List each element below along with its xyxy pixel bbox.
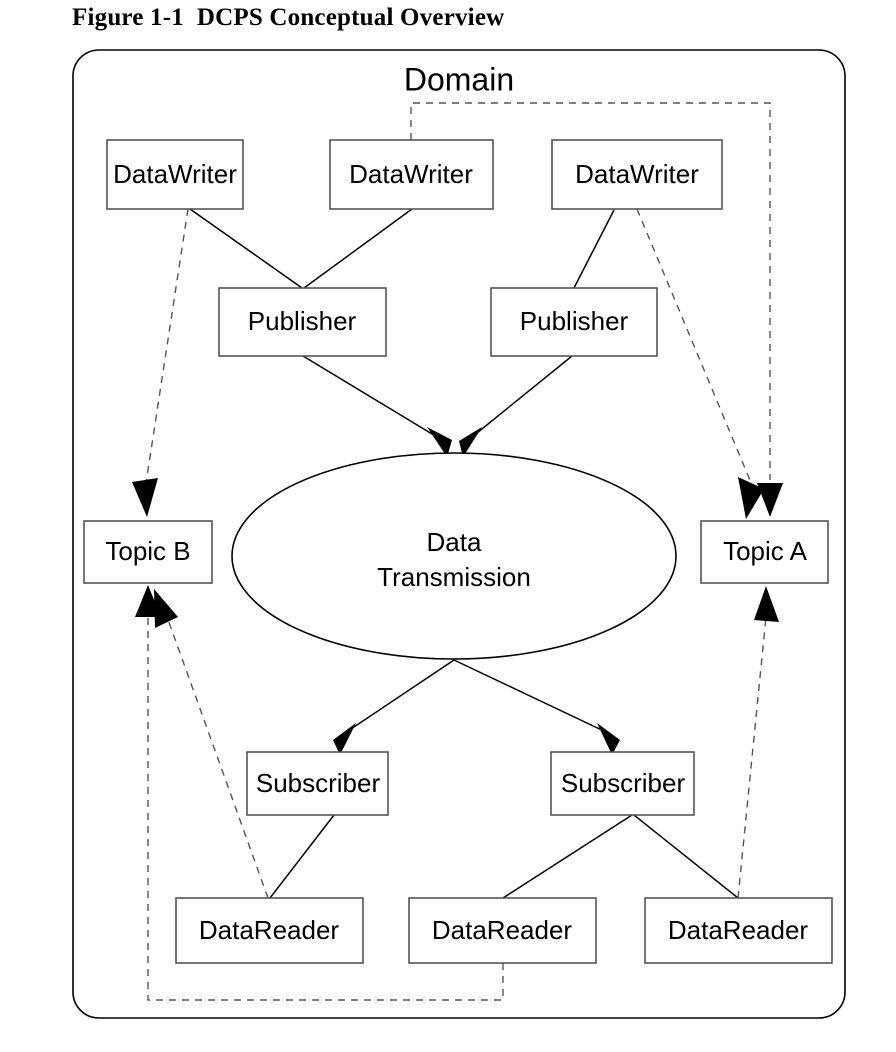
node-datareader-1[interactable]: DataReader <box>175 897 364 964</box>
node-datawriter-2-label: DataWriter <box>349 159 473 189</box>
arrowhead-subscriber1 <box>333 723 356 755</box>
node-topic-b-label: Topic B <box>105 536 190 566</box>
node-datareader-3-label: DataReader <box>668 915 809 945</box>
node-datawriter-3[interactable]: DataWriter <box>551 139 723 210</box>
node-publisher-1[interactable]: Publisher <box>218 287 387 357</box>
link-datawriter1-to-topic-b <box>145 208 189 484</box>
link-subscriber1-to-datareader1 <box>269 814 335 899</box>
domain-label: Domain <box>404 61 514 97</box>
node-publisher-2[interactable]: Publisher <box>490 287 658 357</box>
arrowhead-subscriber2 <box>597 723 620 755</box>
node-subscriber-1-label: Subscriber <box>256 768 381 798</box>
link-datawriter2-to-publisher1 <box>303 208 413 289</box>
node-subscriber-1[interactable]: Subscriber <box>246 751 389 816</box>
node-datawriter-3-label: DataWriter <box>575 159 699 189</box>
node-datareader-1-label: DataReader <box>199 915 340 945</box>
node-topic-b[interactable]: Topic B <box>83 520 213 584</box>
node-datareader-2[interactable]: DataReader <box>408 897 597 964</box>
link-subscriber2-to-datareader3 <box>633 814 739 899</box>
arrowhead-topic-a-bottom <box>754 586 779 622</box>
node-datareader-3[interactable]: DataReader <box>644 897 833 964</box>
figure-page: Figure 1-1 DCPS Conceptual Overview Doma… <box>0 0 896 1052</box>
node-datawriter-1[interactable]: DataWriter <box>106 139 244 210</box>
link-datawriter3-to-publisher2 <box>573 209 615 289</box>
link-datawriter1-to-publisher1 <box>189 208 303 289</box>
node-topic-a[interactable]: Topic A <box>700 520 829 584</box>
link-transmission-to-subscriber2 <box>453 659 609 734</box>
node-subscriber-2[interactable]: Subscriber <box>550 751 695 816</box>
node-datawriter-2[interactable]: DataWriter <box>329 139 494 210</box>
node-publisher-1-label: Publisher <box>248 306 357 336</box>
node-topic-a-label: Topic A <box>723 536 807 566</box>
node-publisher-2-label: Publisher <box>520 306 629 336</box>
node-datareader-2-label: DataReader <box>432 915 573 945</box>
data-transmission-label-line2: Transmission <box>377 562 531 592</box>
link-publisher2-to-transmission <box>471 355 573 438</box>
dcps-conceptual-diagram: Domain Data Transmission DataWriter Data… <box>72 49 846 1019</box>
link-subscriber2-to-datareader2 <box>502 814 633 899</box>
node-subscriber-2-label: Subscriber <box>561 768 686 798</box>
arrowhead-topic-b-bottom-right <box>154 589 178 628</box>
arrowhead-topic-b-top <box>132 478 158 517</box>
link-datareader3-to-topic-a <box>737 616 767 899</box>
data-transmission-label-line1: Data <box>427 527 482 557</box>
node-datawriter-1-label: DataWriter <box>113 159 237 189</box>
link-publisher1-to-transmission <box>302 355 438 438</box>
link-transmission-to-subscriber1 <box>344 659 455 734</box>
